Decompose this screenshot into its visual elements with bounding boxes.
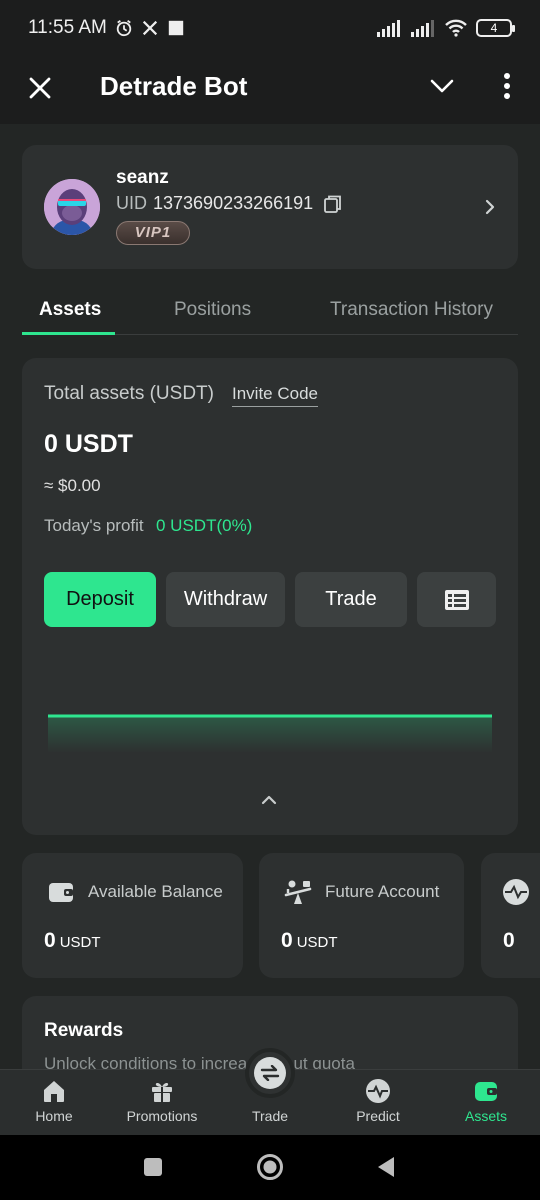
nav-promotions[interactable]: Promotions <box>112 1078 212 1124</box>
nav-predict-label: Predict <box>356 1108 400 1124</box>
available-balance-unit: USDT <box>59 934 101 951</box>
recent-apps-button[interactable] <box>143 1157 163 1182</box>
invite-code-link[interactable]: Invite Code <box>232 384 318 407</box>
chevron-down-icon <box>430 79 454 93</box>
home-icon <box>44 1081 64 1102</box>
bottom-nav: Home Promotions Trade Predict Assets <box>0 1048 540 1135</box>
wallet-icon <box>49 883 73 902</box>
available-balance-title: Available Balance <box>88 882 223 901</box>
more-vertical-icon <box>504 73 510 99</box>
circle-home-icon <box>257 1154 283 1180</box>
more-menu-button[interactable] <box>492 68 522 104</box>
uid-value: 1373690233266191 <box>153 193 314 213</box>
gift-icon <box>152 1082 172 1102</box>
avatar[interactable] <box>44 179 100 235</box>
nav-home-label: Home <box>35 1108 73 1124</box>
third-balance-card[interactable]: 0 <box>481 853 540 978</box>
nav-trade-fab-inner <box>254 1057 286 1089</box>
system-nav-bar <box>0 1135 540 1200</box>
app-title: Detrade Bot <box>100 71 248 101</box>
future-account-unit: USDT <box>296 934 338 951</box>
square-notification-icon <box>168 20 184 36</box>
status-left: 11:55 AM <box>28 17 185 39</box>
copy-icon[interactable] <box>323 194 343 214</box>
ledger-button[interactable] <box>417 572 496 627</box>
signal-icon <box>377 20 400 37</box>
status-right: 4 <box>376 18 515 38</box>
profile-card[interactable]: seanz UID 1373690233266191 VIP1 <box>22 145 518 269</box>
chevron-up-icon[interactable] <box>260 792 278 806</box>
battery-icon: 4 <box>476 19 515 37</box>
total-assets-label: Total assets (USDT) <box>44 383 214 404</box>
status-bar: 11:55 AM 4 <box>0 0 540 56</box>
third-balance-value: 0 <box>503 929 515 952</box>
tab-assets[interactable]: Assets <box>39 299 101 321</box>
signal-icon-2 <box>411 20 434 37</box>
pulse-icon <box>503 879 529 905</box>
available-balance-amount: 0 USDT <box>44 929 101 953</box>
nav-trade-fab[interactable] <box>245 1048 295 1098</box>
status-time: 11:55 AM <box>28 17 107 38</box>
total-assets-value: 0 USDT <box>44 430 133 458</box>
third-balance-amount: 0 <box>503 929 515 953</box>
seesaw-icon <box>284 880 312 904</box>
withdraw-button[interactable]: Withdraw <box>166 572 285 627</box>
nav-trade-label: Trade <box>251 1108 289 1124</box>
future-account-card[interactable]: Future Account 0 USDT <box>259 853 464 978</box>
future-account-amount: 0 USDT <box>281 929 338 953</box>
swap-icon <box>260 1065 280 1081</box>
chart-fill <box>48 717 492 753</box>
alarm-icon <box>116 20 132 37</box>
tab-transaction-history[interactable]: Transaction History <box>330 299 493 321</box>
app-bar: Detrade Bot <box>0 56 540 124</box>
deposit-button[interactable]: Deposit <box>44 572 156 627</box>
username: seanz <box>116 167 169 188</box>
nav-assets[interactable]: Assets <box>436 1078 536 1124</box>
nav-promotions-label: Promotions <box>126 1108 198 1124</box>
ledger-icon <box>444 589 469 610</box>
back-triangle-icon <box>378 1157 394 1177</box>
tab-bar: Assets Positions Transaction History <box>22 285 518 335</box>
available-balance-card[interactable]: Available Balance 0 USDT <box>22 853 243 978</box>
approx-usd-value: ≈ $0.00 <box>44 476 101 495</box>
rewards-title: Rewards <box>44 1020 124 1041</box>
ape-avatar-icon <box>44 179 100 235</box>
todays-profit-label: Today's profit <box>44 516 144 535</box>
nav-home[interactable]: Home <box>4 1078 104 1124</box>
close-icon <box>29 77 51 99</box>
x-logo-icon <box>142 20 157 36</box>
battery-level: 4 <box>490 21 498 35</box>
square-icon <box>144 1158 162 1176</box>
trade-button[interactable]: Trade <box>295 572 407 627</box>
collapse-button[interactable] <box>424 68 460 104</box>
assets-card: Total assets (USDT) Invite Code 0 USDT ≈… <box>22 358 518 835</box>
tab-positions[interactable]: Positions <box>174 299 251 321</box>
available-balance-value: 0 <box>44 929 56 952</box>
future-account-value: 0 <box>281 929 293 952</box>
back-button[interactable] <box>376 1156 396 1183</box>
close-button[interactable] <box>22 70 58 106</box>
vip-badge: VIP1 <box>116 221 190 245</box>
nav-predict[interactable]: Predict <box>328 1078 428 1124</box>
wallet-icon <box>475 1082 497 1101</box>
assets-chart <box>48 714 492 753</box>
uid-label: UID <box>116 193 147 213</box>
wifi-icon <box>445 19 467 37</box>
tab-underline <box>22 332 115 335</box>
pulse-icon <box>366 1079 390 1103</box>
todays-profit-value: 0 USDT(0%) <box>156 516 253 535</box>
uid-row: UID 1373690233266191 <box>116 193 343 214</box>
future-account-title: Future Account <box>325 882 440 901</box>
chevron-right-icon[interactable] <box>478 195 502 219</box>
home-system-button[interactable] <box>256 1153 284 1186</box>
nav-assets-label: Assets <box>464 1108 507 1124</box>
